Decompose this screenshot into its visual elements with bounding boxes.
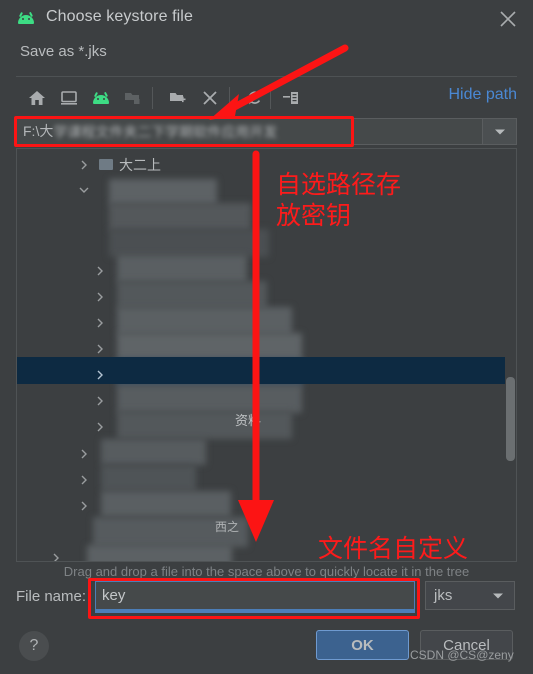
title-bar: Choose keystore file bbox=[0, 0, 533, 38]
home-icon bbox=[29, 91, 45, 105]
folder-disabled-icon bbox=[125, 93, 140, 104]
path-value-redacted: 学课程文件夹二下学期软件应用开发 bbox=[53, 123, 278, 140]
vertical-scrollbar[interactable] bbox=[505, 149, 516, 561]
chevron-down-icon bbox=[494, 129, 505, 134]
extension-select[interactable]: jks bbox=[425, 581, 515, 610]
file-name-label: File name: bbox=[16, 588, 87, 605]
chevron-right-icon bbox=[97, 370, 103, 380]
toolbar-separator bbox=[152, 87, 153, 109]
chevron-right-icon bbox=[81, 501, 87, 511]
delete-button[interactable] bbox=[198, 86, 222, 110]
redacted-block bbox=[101, 439, 206, 465]
redacted-block bbox=[101, 465, 196, 491]
scrollbar-thumb[interactable] bbox=[506, 377, 515, 461]
chevron-right-icon bbox=[97, 292, 103, 302]
refresh-icon bbox=[248, 91, 261, 105]
chevron-right-icon bbox=[81, 449, 87, 459]
toolbar-separator bbox=[229, 87, 230, 109]
window-title: Choose keystore file bbox=[46, 8, 193, 25]
chevron-right-icon bbox=[81, 160, 87, 170]
path-input[interactable]: F:\大学课程文件夹二下学期软件应用开发 bbox=[16, 118, 483, 145]
android-sdk-button[interactable] bbox=[89, 86, 113, 110]
project-folder-button bbox=[121, 86, 145, 110]
new-folder-button[interactable] bbox=[166, 86, 190, 110]
chevron-down-icon bbox=[79, 187, 89, 193]
help-button[interactable]: ? bbox=[19, 631, 49, 661]
redacted-block bbox=[87, 545, 232, 561]
desktop-icon bbox=[61, 91, 77, 105]
hide-path-link[interactable]: Hide path bbox=[449, 86, 518, 104]
tree-node-label: 西之 bbox=[215, 520, 240, 534]
chevron-right-icon bbox=[97, 344, 103, 354]
file-tree[interactable]: 大二上 资料 西之 bbox=[16, 148, 517, 562]
chevron-right-icon bbox=[97, 396, 103, 406]
file-chooser-toolbar: Hide path bbox=[16, 82, 517, 114]
redacted-block bbox=[101, 491, 231, 517]
save-as-hint: Save as *.jks bbox=[20, 43, 107, 60]
redacted-block bbox=[109, 203, 251, 231]
chevron-right-icon bbox=[81, 475, 87, 485]
drag-drop-hint: Drag and drop a file into the space abov… bbox=[63, 564, 470, 579]
refresh-button[interactable] bbox=[243, 86, 267, 110]
show-hidden-files-button[interactable] bbox=[279, 86, 303, 110]
chevron-right-icon bbox=[97, 422, 103, 432]
show-hidden-files-icon bbox=[283, 92, 298, 104]
toolbar-divider bbox=[16, 76, 517, 77]
file-name-input[interactable]: key bbox=[95, 581, 415, 610]
android-robot-icon bbox=[91, 91, 111, 105]
chevron-right-icon bbox=[53, 553, 59, 561]
folder-icon bbox=[99, 159, 113, 170]
chevron-right-icon bbox=[97, 318, 103, 328]
extension-value: jks bbox=[434, 587, 453, 604]
redacted-block bbox=[117, 281, 267, 309]
path-value-visible: F:\大 bbox=[23, 123, 54, 139]
redacted-block bbox=[109, 229, 269, 257]
android-robot-icon bbox=[16, 11, 36, 30]
chevron-down-icon bbox=[492, 587, 504, 605]
close-icon[interactable] bbox=[497, 8, 519, 30]
redacted-block bbox=[117, 307, 292, 335]
desktop-button[interactable] bbox=[57, 86, 81, 110]
tree-node-label: 资料 bbox=[235, 413, 262, 428]
file-name-focus-underline bbox=[95, 610, 415, 613]
redacted-block bbox=[117, 255, 247, 283]
toolbar-separator bbox=[270, 87, 271, 109]
choose-keystore-file-dialog: Choose keystore file Save as *.jks Hide … bbox=[0, 0, 533, 674]
home-button[interactable] bbox=[25, 86, 49, 110]
path-combo: F:\大学课程文件夹二下学期软件应用开发 bbox=[16, 118, 517, 145]
chevron-right-icon bbox=[97, 266, 103, 276]
path-dropdown-button[interactable] bbox=[483, 118, 517, 145]
redacted-block bbox=[117, 411, 292, 439]
new-folder-icon bbox=[170, 93, 186, 103]
table-row[interactable] bbox=[17, 357, 516, 384]
watermark: CSDN @CS@zeny bbox=[410, 648, 514, 662]
delete-x-icon bbox=[203, 91, 217, 105]
table-row[interactable]: 大二上 bbox=[17, 151, 516, 178]
tree-node-label: 大二上 bbox=[119, 156, 161, 173]
redacted-block bbox=[117, 385, 302, 413]
redacted-block bbox=[109, 179, 217, 205]
ok-button[interactable]: OK bbox=[316, 630, 409, 660]
